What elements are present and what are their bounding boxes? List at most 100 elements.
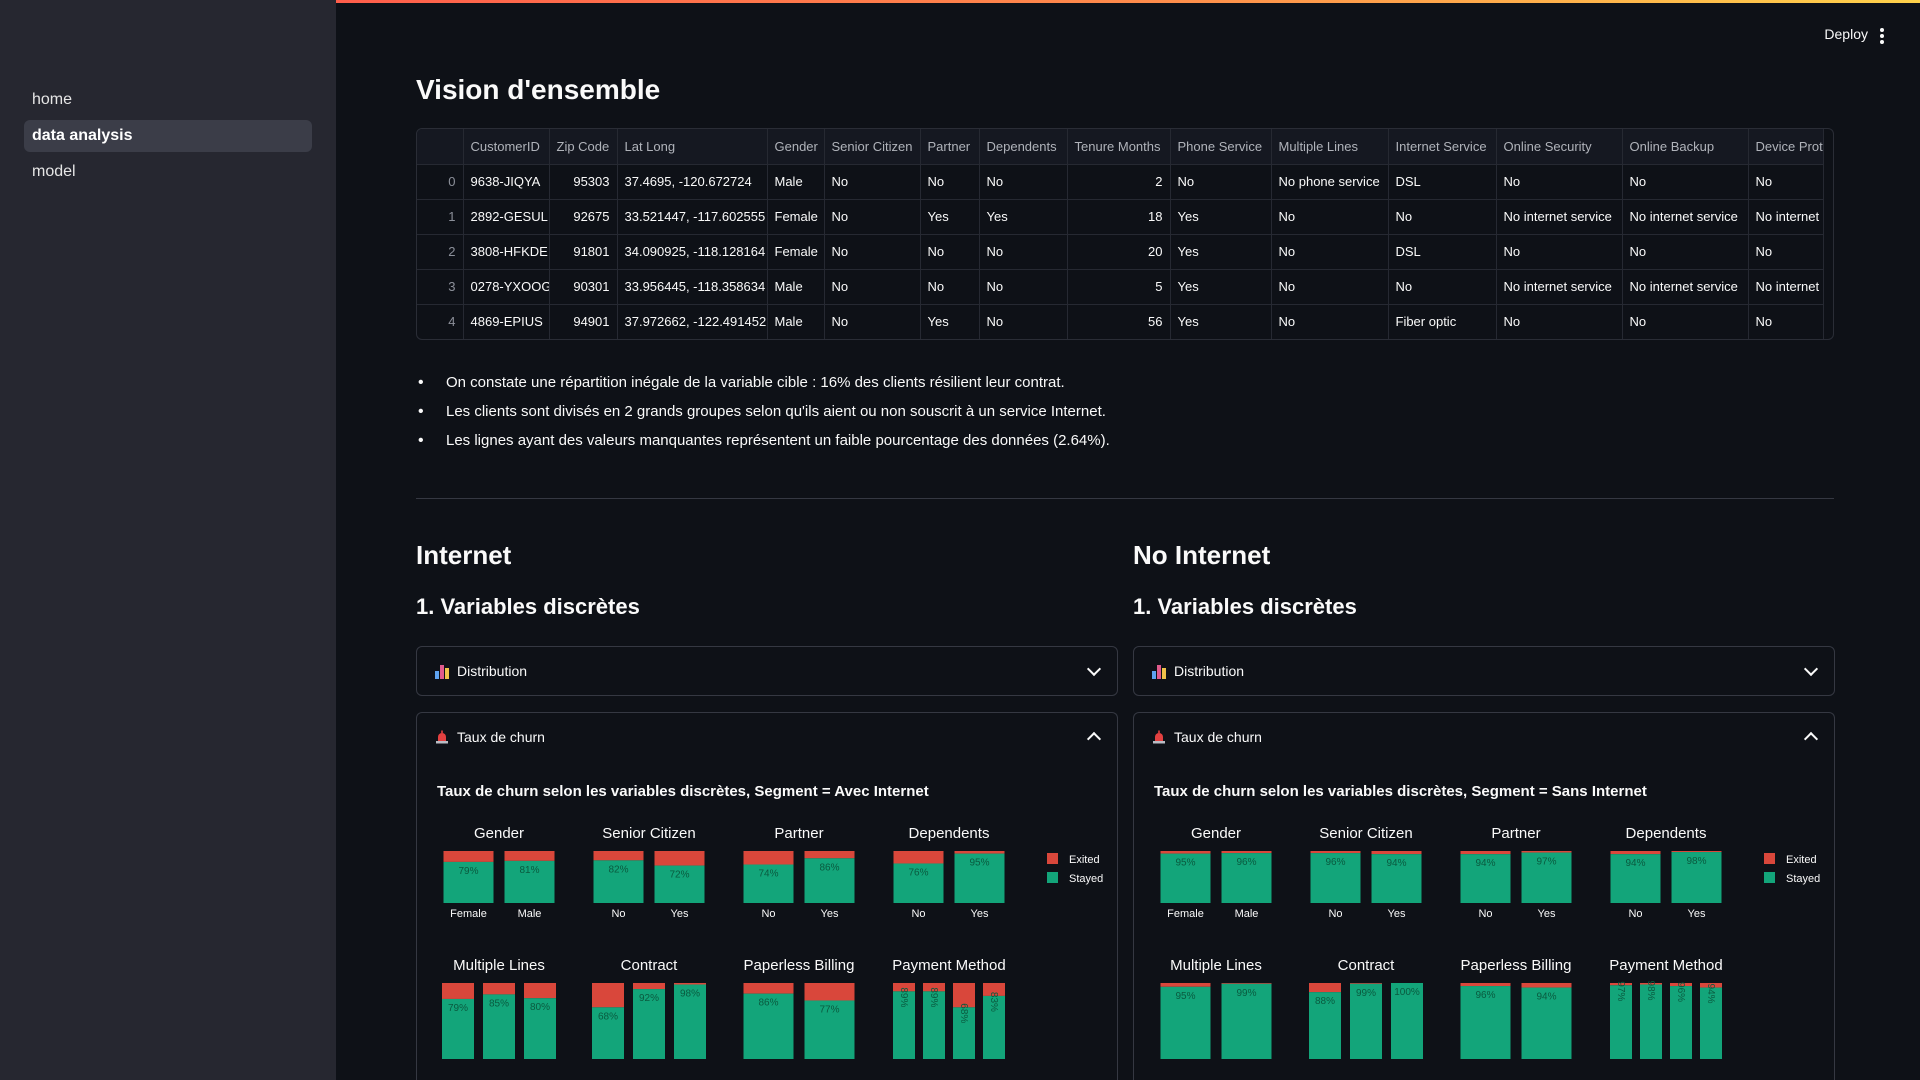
- sidebar-item-model[interactable]: model: [24, 156, 312, 188]
- bar-exited: [1521, 851, 1572, 853]
- sidebar-item-home[interactable]: home: [24, 84, 312, 116]
- column-header[interactable]: [417, 129, 464, 165]
- distribution-expander-header[interactable]: Distribution: [417, 647, 1117, 695]
- bar-exited: [593, 851, 644, 861]
- table-cell: Male: [767, 269, 825, 305]
- table-row[interactable]: 3 0278-YXOOG 90301 33.956445, -118.358634 Ma…: [417, 269, 1824, 305]
- panel-title: Payment Method: [1609, 957, 1722, 974]
- table-cell: 4869-EPIUS: [463, 304, 550, 339]
- distribution-expander[interactable]: Distribution: [1133, 646, 1835, 696]
- sidebar-item-data-analysis[interactable]: data analysis: [24, 120, 312, 152]
- column-header[interactable]: Gender: [767, 129, 825, 165]
- table-row[interactable]: 1 2892-GESUL 92675 33.521447, -117.602555 Fe…: [417, 199, 1824, 235]
- no-internet-section: No Internet 1. Variables discrètes Distr…: [1133, 540, 1835, 1080]
- table-cell: No: [1271, 234, 1389, 270]
- legend-swatch: [1764, 853, 1775, 864]
- bar-exited: [524, 983, 556, 999]
- table-cell: No phone service: [1271, 164, 1389, 200]
- churn-expander[interactable]: Taux de churn Taux de churn selon les va…: [1133, 712, 1835, 1080]
- data-label: 95%: [1175, 858, 1195, 869]
- data-label: 95%: [969, 858, 989, 869]
- data-label: 96%: [1475, 990, 1495, 1001]
- table-cell: No: [1271, 304, 1389, 339]
- column-header[interactable]: Zip Code: [549, 129, 618, 165]
- rotating-light-icon: [1153, 730, 1165, 744]
- table-row[interactable]: 4 4869-EPIUS 94901 37.972662, -122.491452 Ma…: [417, 304, 1824, 339]
- table-cell: No: [1170, 164, 1272, 200]
- column-header[interactable]: Online Backup: [1622, 129, 1749, 165]
- data-label: 82%: [608, 864, 628, 875]
- bar-exited: [804, 983, 855, 1001]
- table-cell: Yes: [1170, 199, 1272, 235]
- bar-exited: [954, 851, 1005, 854]
- legend-swatch: [1764, 872, 1775, 883]
- column-header[interactable]: Tenure Months: [1067, 129, 1171, 165]
- table-cell: 0278-YXOOG: [463, 269, 550, 305]
- column-header[interactable]: Phone Service: [1170, 129, 1272, 165]
- bar-exited: [1160, 851, 1211, 854]
- table-cell: No: [979, 304, 1068, 339]
- column-header[interactable]: Senior Citizen: [824, 129, 921, 165]
- category-label: Yes: [971, 908, 989, 920]
- column-header[interactable]: Dependents: [979, 129, 1068, 165]
- panel-title: Multiple Lines: [453, 957, 545, 974]
- panel-title: Partner: [774, 825, 823, 842]
- legend-label: Stayed: [1069, 873, 1103, 885]
- panel-title: Paperless Billing: [1461, 957, 1572, 974]
- table-cell: 18: [1067, 199, 1171, 235]
- data-label: 86%: [758, 998, 778, 1009]
- table-cell: No: [920, 234, 980, 270]
- main-menu-icon[interactable]: [1874, 24, 1890, 48]
- table-cell: No: [824, 164, 921, 200]
- data-label: 98%: [1645, 981, 1656, 1001]
- table-cell: No internet: [1748, 199, 1824, 235]
- churn-expander-header[interactable]: Taux de churn: [1134, 713, 1834, 761]
- column-header[interactable]: CustomerID: [463, 129, 550, 165]
- churn-expander-header[interactable]: Taux de churn: [417, 713, 1117, 761]
- deploy-button[interactable]: Deploy: [1824, 26, 1868, 42]
- table-row[interactable]: 0 9638-JIQYA 95303 37.4695, -120.672724 Male…: [417, 164, 1824, 200]
- table-cell: Yes: [920, 199, 980, 235]
- row-index: 3: [417, 269, 464, 305]
- bar-exited: [743, 983, 794, 994]
- table-cell: No: [979, 164, 1068, 200]
- expander-label: Distribution: [457, 663, 528, 679]
- data-label: 94%: [1475, 858, 1495, 869]
- table-cell: DSL: [1388, 164, 1497, 200]
- table-cell: Male: [767, 304, 825, 339]
- data-label: 68%: [958, 1003, 969, 1023]
- distribution-expander-header[interactable]: Distribution: [1134, 647, 1834, 695]
- data-label: 89%: [898, 987, 909, 1007]
- category-label: No: [761, 908, 775, 920]
- table-cell: 94901: [549, 304, 618, 339]
- column-header[interactable]: Device Prot: [1748, 129, 1824, 165]
- bullet-item: On constate une répartition inégale de l…: [416, 368, 1110, 397]
- bar-exited: [633, 983, 665, 990]
- bar-exited: [504, 851, 555, 861]
- bar-exited: [1350, 983, 1382, 984]
- table-cell: No: [920, 164, 980, 200]
- bar-exited: [1521, 983, 1572, 988]
- legend-swatch: [1047, 872, 1058, 883]
- churn-expander[interactable]: Taux de churn Taux de churn selon les va…: [416, 712, 1118, 1080]
- data-table[interactable]: CustomerID Zip Code Lat Long Gender Senior C…: [416, 128, 1834, 340]
- section-subheading: 1. Variables discrètes: [1133, 594, 1357, 619]
- column-header[interactable]: Online Security: [1496, 129, 1623, 165]
- distribution-expander[interactable]: Distribution: [416, 646, 1118, 696]
- data-label: 72%: [669, 870, 689, 881]
- data-label: 97%: [1536, 857, 1556, 868]
- category-label: No: [1628, 908, 1642, 920]
- table-cell: No internet service: [1622, 199, 1749, 235]
- column-header[interactable]: Multiple Lines: [1271, 129, 1389, 165]
- column-header[interactable]: Lat Long: [617, 129, 768, 165]
- column-header[interactable]: Partner: [920, 129, 980, 165]
- category-label: No: [1328, 908, 1342, 920]
- table-cell: Yes: [1170, 304, 1272, 339]
- chevron-up-icon: [1803, 731, 1819, 747]
- table-row[interactable]: 2 3808-HFKDE 91801 34.090925, -118.128164 Fe…: [417, 234, 1824, 270]
- table-cell: 3808-HFKDE: [463, 234, 550, 270]
- column-header[interactable]: Internet Service: [1388, 129, 1497, 165]
- bullet-item: Les lignes ayant des valeurs manquantes …: [416, 426, 1110, 455]
- page-title: Vision d'ensemble: [416, 74, 661, 105]
- panel-title: Gender: [1191, 825, 1241, 842]
